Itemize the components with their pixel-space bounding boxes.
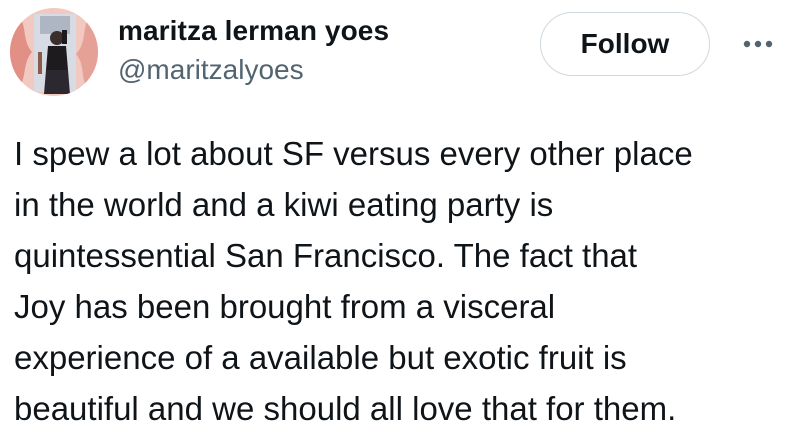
author-display-name[interactable]: maritza lerman yoes xyxy=(118,12,389,50)
tweet-text-line: in the world and a kiwi eating party is xyxy=(14,186,554,223)
author-info: maritza lerman yoes @maritzalyoes xyxy=(118,12,389,90)
follow-button[interactable]: Follow xyxy=(540,12,710,76)
tweet-text-line: Joy has been brought from a visceral xyxy=(14,288,556,325)
tweet-text-line: experience of a available but exotic fru… xyxy=(14,339,627,376)
tweet-text-line: I spew a lot about SF versus every other… xyxy=(14,135,693,172)
profile-photo-icon xyxy=(10,8,98,96)
author-handle[interactable]: @maritzalyoes xyxy=(118,50,389,90)
more-horizontal-icon xyxy=(743,40,773,48)
tweet-text: I spew a lot about SF versus every other… xyxy=(14,128,784,434)
avatar[interactable] xyxy=(10,8,98,96)
more-options-button[interactable] xyxy=(738,26,778,62)
tweet-text-line: beautiful and we should all love that fo… xyxy=(14,390,677,427)
tweet-text-line: quintessential San Francisco. The fact t… xyxy=(14,237,638,274)
